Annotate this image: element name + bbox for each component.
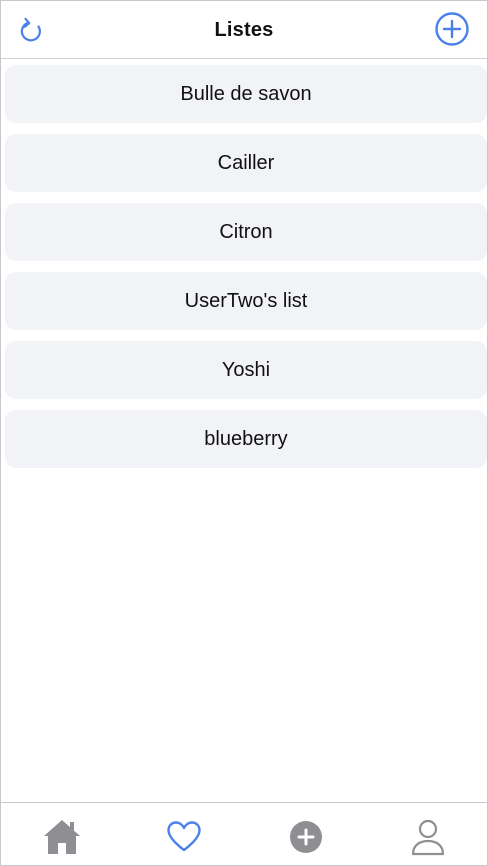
tab-bar (1, 802, 487, 865)
list-item-label: Cailler (217, 151, 275, 174)
list-item-label: Yoshi (221, 358, 271, 381)
list-item[interactable]: Citron (5, 203, 487, 261)
list-item[interactable]: Yoshi (5, 341, 487, 399)
list-item-label: Citron (219, 220, 273, 243)
list-item[interactable]: Bulle de savon (5, 65, 487, 123)
list-item[interactable]: Cailler (5, 134, 487, 192)
header: Listes (1, 1, 487, 59)
plus-circle-icon (435, 12, 469, 46)
user-icon (411, 819, 445, 856)
tab-home[interactable] (39, 817, 85, 857)
list-item-label: blueberry (204, 427, 288, 450)
list-item[interactable]: blueberry (5, 410, 487, 468)
page-title: Listes (214, 19, 274, 41)
tab-favorites[interactable] (161, 817, 207, 857)
tab-profile[interactable] (405, 817, 451, 857)
add-list-button[interactable] (434, 11, 470, 47)
plus-circle-filled-icon (290, 821, 322, 853)
app-screen: Listes Bulle de savon Cailler Citron Use… (0, 0, 488, 866)
list-item-label: UserTwo's list (184, 289, 308, 312)
tab-add[interactable] (283, 817, 329, 857)
lists-list: Bulle de savon Cailler Citron UserTwo's … (5, 65, 487, 479)
list-item[interactable]: UserTwo's list (5, 272, 487, 330)
home-icon (44, 820, 80, 854)
heart-icon (167, 821, 201, 852)
list-item-label: Bulle de savon (180, 82, 312, 105)
